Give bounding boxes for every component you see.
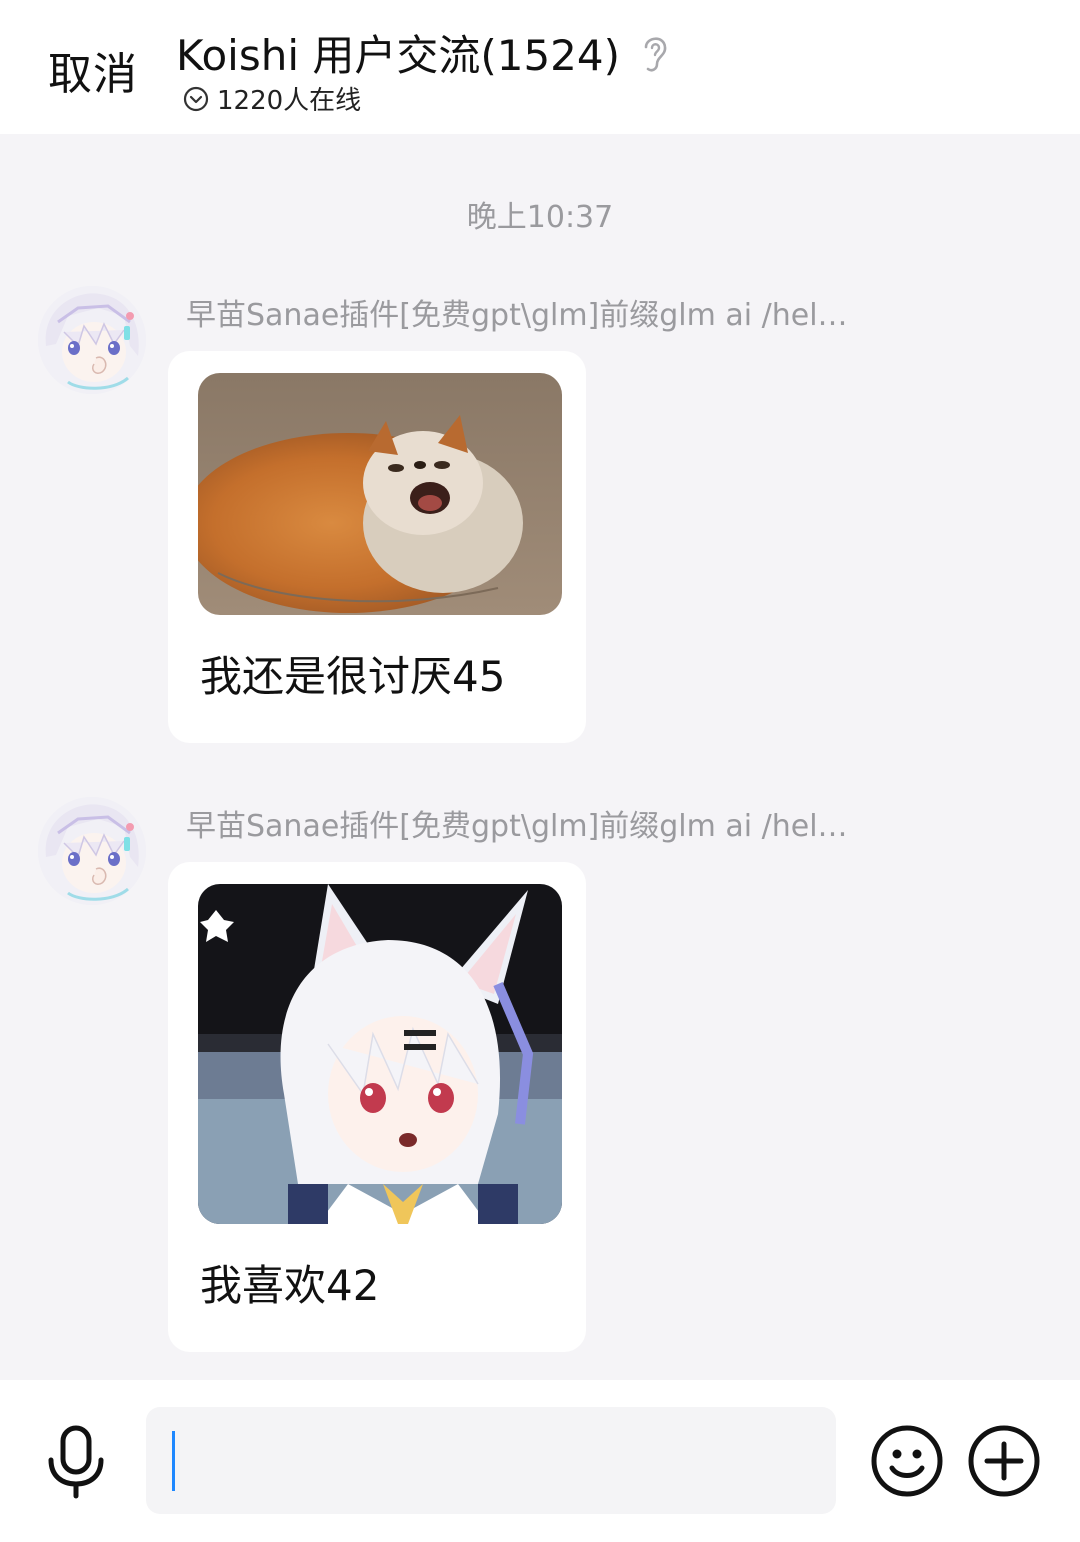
emoji-icon[interactable] (870, 1424, 944, 1498)
online-count: 1220人在线 (217, 86, 362, 116)
message-image[interactable] (198, 373, 562, 615)
message-timestamp: 晚上10:37 (466, 200, 614, 235)
title-row[interactable]: Koishi 用户交流(1524) (176, 22, 672, 83)
anime-avatar-image (38, 286, 146, 394)
message-image[interactable] (198, 884, 562, 1224)
ear-icon[interactable] (638, 31, 672, 75)
message-text: 我喜欢42 (200, 1261, 380, 1310)
message-input[interactable] (146, 1407, 836, 1514)
anime-avatar-image (38, 797, 146, 905)
plus-icon[interactable] (967, 1424, 1041, 1498)
message-text: 我还是很讨厌45 (200, 652, 506, 701)
message-bubble[interactable]: 我喜欢42 (168, 862, 586, 1352)
avatar[interactable] (38, 286, 146, 394)
sender-name[interactable]: 早苗Sanae插件[免费gpt\glm]前缀glm ai /hel… (186, 801, 866, 845)
check-circle-icon (183, 86, 209, 111)
fox-photo-image (198, 373, 562, 615)
message-text-input[interactable] (146, 1407, 836, 1514)
anime-fox-girl-image (198, 884, 562, 1224)
message-bubble[interactable]: 我还是很讨厌45 (168, 351, 586, 743)
chat-header: 取消 Koishi 用户交流(1524) 1220人在线 (0, 0, 1080, 134)
cancel-button[interactable]: 取消 (48, 38, 138, 102)
avatar[interactable] (38, 797, 146, 905)
microphone-icon[interactable] (44, 1424, 108, 1500)
sender-name[interactable]: 早苗Sanae插件[免费gpt\glm]前缀glm ai /hel… (186, 290, 866, 334)
group-title[interactable]: Koishi 用户交流(1524) (176, 22, 620, 83)
online-status: 1220人在线 (183, 80, 361, 117)
